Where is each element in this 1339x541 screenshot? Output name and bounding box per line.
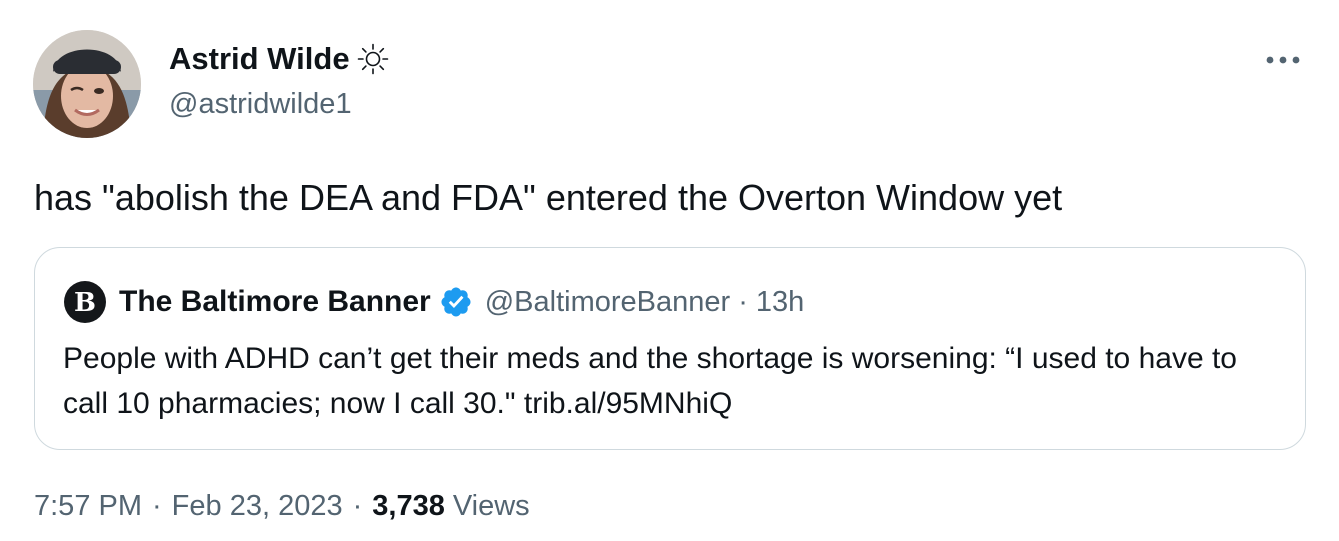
baltimore-banner-logo-icon[interactable]: B bbox=[63, 280, 107, 324]
tweet-text: has "abolish the DEA and FDA" entered th… bbox=[34, 177, 1063, 218]
verified-badge-icon bbox=[441, 287, 471, 317]
more-options-icon bbox=[1266, 56, 1300, 64]
more-options-button[interactable] bbox=[1263, 48, 1303, 72]
quoted-tweet-header: B The Baltimore Banner @BaltimoreBanner … bbox=[63, 280, 804, 324]
quoted-tweet[interactable]: B The Baltimore Banner @BaltimoreBanner … bbox=[34, 247, 1306, 450]
author-avatar[interactable] bbox=[33, 30, 141, 138]
views-label: Views bbox=[452, 490, 530, 522]
author-name-text: Astrid Wilde bbox=[169, 41, 350, 76]
author-name[interactable]: Astrid Wilde bbox=[169, 41, 390, 77]
author-handle[interactable]: @astridwilde1 bbox=[169, 88, 352, 121]
meta-separator: · bbox=[152, 490, 162, 522]
tweet-date[interactable]: Feb 23, 2023 bbox=[172, 490, 343, 523]
avatar-photo bbox=[33, 30, 141, 138]
tweet-card: Astrid Wilde @astridwilde1 has "abolish … bbox=[0, 0, 1339, 541]
tweet-metadata: 7:57 PM · Feb 23, 2023 · 3,738 Views bbox=[34, 490, 530, 523]
quoted-author-handle[interactable]: @BaltimoreBanner bbox=[485, 286, 730, 319]
quoted-tweet-text: People with ADHD can’t get their meds an… bbox=[63, 342, 1237, 420]
quoted-author-name[interactable]: The Baltimore Banner bbox=[119, 285, 431, 319]
quoted-separator: · bbox=[738, 285, 748, 318]
quoted-timestamp[interactable]: 13h bbox=[756, 286, 804, 319]
tweet-time[interactable]: 7:57 PM bbox=[34, 490, 142, 523]
views-count: 3,738 bbox=[372, 490, 445, 522]
svg-text:B: B bbox=[74, 288, 96, 318]
meta-separator: · bbox=[352, 490, 363, 522]
sun-icon bbox=[357, 43, 388, 75]
